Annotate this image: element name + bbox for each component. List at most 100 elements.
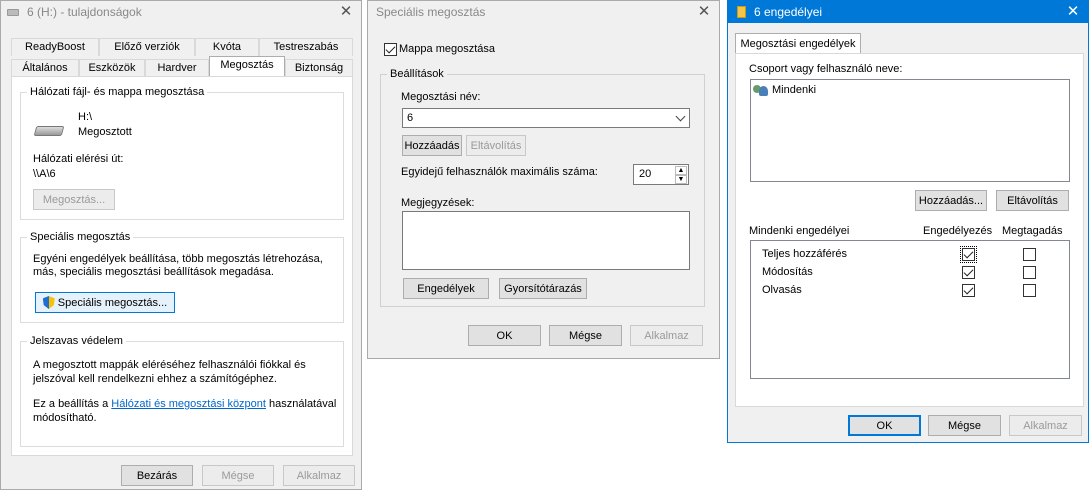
remove-share-button[interactable]: Eltávolítás (466, 135, 526, 156)
add-share-button[interactable]: Hozzáadás (402, 135, 462, 156)
chevron-down-icon (675, 111, 686, 122)
password-group-title: Jelszavas védelem (27, 335, 126, 347)
users-icon (753, 83, 769, 97)
password-description-1: A megosztott mappák eléréséhez felhaszná… (33, 359, 306, 371)
max-users-label: Egyidejű felhasználók maximális száma: (401, 166, 598, 178)
network-path-value: \\A\6 (33, 168, 56, 180)
tab-row-bottom: Általános Eszközök Hardver Megosztás Biz… (11, 56, 353, 77)
full-control-allow-checkbox[interactable] (960, 246, 977, 263)
permission-read: Olvasás (762, 284, 802, 296)
spin-up-icon[interactable]: ▲ (675, 166, 687, 175)
password-description-3: Ez a beállítás a Hálózati és megosztási … (33, 398, 336, 410)
full-control-deny-checkbox[interactable] (1023, 248, 1036, 261)
allow-column-header: Engedélyezés (923, 225, 993, 237)
advanced-description-2: más, speciális megosztási beállítások me… (33, 266, 274, 278)
close-button[interactable]: Bezárás (121, 465, 193, 486)
deny-column-header: Megtagadás (1002, 225, 1063, 237)
properties-titlebar: 6 (H:) - tulajdonságok (1, 1, 361, 23)
tab-customize[interactable]: Testreszabás (259, 38, 353, 56)
settings-group-title: Beállítások (387, 68, 447, 80)
network-path-label: Hálózati elérési út: (33, 153, 124, 165)
advanced-sharing-window: Speciális megosztás ✕ Mappa megosztása B… (367, 0, 720, 359)
max-users-value: 20 (639, 168, 652, 180)
window-title: 6 (H:) - tulajdonságok (27, 5, 142, 19)
ok-button[interactable]: OK (848, 415, 921, 436)
permission-full-control: Teljes hozzáférés (762, 248, 847, 260)
password-description-3-pre: Ez a beállítás a (33, 398, 112, 410)
share-name-dropdown[interactable]: 6 (402, 108, 690, 128)
share-folder-label: Mappa megosztása (399, 43, 495, 55)
list-item[interactable]: Mindenki (753, 82, 816, 98)
settings-group: Beállítások Megosztási név: 6 Hozzáadás … (380, 68, 705, 307)
cancel-button[interactable]: Mégse (202, 465, 274, 486)
tab-quota[interactable]: Kvóta (195, 38, 259, 56)
tab-tools[interactable]: Eszközök (79, 59, 145, 77)
folder-icon (737, 6, 746, 18)
group-user-label: Csoport vagy felhasználó neve: (749, 63, 903, 75)
cancel-button[interactable]: Mégse (928, 415, 1001, 436)
user-list[interactable]: Mindenki (750, 79, 1070, 182)
advanced-share-group-title: Speciális megosztás (27, 231, 134, 243)
tab-row-top: ReadyBoost Előző verziók Kvóta Testresza… (11, 38, 353, 56)
share-folder-checkbox[interactable] (384, 43, 397, 56)
tab-readyboost[interactable]: ReadyBoost (11, 38, 99, 56)
drive-status: Megosztott (78, 126, 132, 138)
permissions-window: 6 engedélyei ✕ Megosztási engedélyek Cso… (727, 0, 1089, 443)
permissions-button[interactable]: Engedélyek (403, 278, 489, 299)
apply-button[interactable]: Alkalmaz (1009, 415, 1082, 436)
advanced-share-group: Speciális megosztás Egyéni engedélyek be… (20, 231, 344, 323)
tab-security[interactable]: Biztonság (285, 59, 353, 77)
advanced-sharing-titlebar: Speciális megosztás (368, 1, 719, 23)
modify-deny-checkbox[interactable] (1023, 266, 1036, 279)
sharing-panel: Hálózati fájl- és mappa megosztása H:\ M… (11, 76, 353, 456)
tab-previous-versions[interactable]: Előző verziók (99, 38, 195, 56)
drive-name: H:\ (78, 111, 93, 123)
tab-general[interactable]: Általános (11, 59, 79, 77)
apply-button[interactable]: Alkalmaz (283, 465, 355, 486)
advanced-share-button-label: Speciális megosztás... (57, 296, 168, 309)
permissions-table: Teljes hozzáférés Módosítás Olvasás (750, 240, 1070, 379)
read-allow-checkbox[interactable] (962, 284, 975, 297)
advanced-share-button[interactable]: Speciális megosztás... (35, 292, 175, 313)
permissions-titlebar: 6 engedélyei (728, 1, 1088, 23)
shield-icon (42, 296, 55, 309)
comments-label: Megjegyzések: (401, 197, 475, 209)
password-description-3-post: használatával (265, 398, 337, 410)
user-name: Mindenki (772, 84, 817, 96)
cancel-button[interactable]: Mégse (549, 325, 622, 346)
password-description-4: módosítható. (33, 412, 97, 424)
close-icon[interactable]: ✕ (695, 3, 713, 21)
share-name-label: Megosztási név: (401, 91, 481, 103)
ok-button[interactable]: OK (468, 325, 541, 346)
drive-icon (7, 8, 19, 16)
network-share-group-title: Hálózati fájl- és mappa megosztása (27, 86, 208, 98)
network-sharing-center-link[interactable]: Hálózati és megosztási központ (111, 398, 266, 410)
share-name-value: 6 (407, 112, 414, 124)
tab-hardware[interactable]: Hardver (145, 59, 209, 77)
spin-down-icon[interactable]: ▼ (675, 175, 687, 184)
comments-textarea[interactable] (402, 211, 690, 270)
permissions-header: Mindenki engedélyei (749, 225, 850, 237)
password-description-2: jelszóval kell rendelkezni ehhez a számí… (33, 373, 277, 385)
properties-window: 6 (H:) - tulajdonságok ✕ ReadyBoost Előz… (0, 0, 362, 490)
password-protection-group: Jelszavas védelem A megosztott mappák el… (20, 335, 344, 447)
read-deny-checkbox[interactable] (1023, 284, 1036, 297)
caching-button[interactable]: Gyorsítótárazás (499, 278, 587, 299)
max-users-stepper[interactable]: 20 ▲ ▼ (633, 164, 689, 185)
tab-sharing[interactable]: Megosztás (209, 56, 285, 77)
apply-button[interactable]: Alkalmaz (630, 325, 703, 346)
add-user-button[interactable]: Hozzáadás... (915, 190, 987, 211)
tab-share-permissions[interactable]: Megosztási engedélyek (735, 33, 861, 54)
advanced-description-1: Egyéni engedélyek beállítása, több megos… (33, 253, 323, 265)
modify-allow-checkbox[interactable] (962, 266, 975, 279)
remove-user-button[interactable]: Eltávolítás (996, 190, 1069, 211)
window-title: Speciális megosztás (376, 5, 486, 19)
window-title: 6 engedélyei (754, 5, 823, 19)
permission-modify: Módosítás (762, 266, 813, 278)
network-share-group: Hálózati fájl- és mappa megosztása H:\ M… (20, 86, 344, 220)
close-icon[interactable]: ✕ (337, 3, 355, 21)
share-permissions-panel: Csoport vagy felhasználó neve: Mindenki … (735, 53, 1084, 407)
drive-icon (33, 126, 65, 136)
close-icon[interactable]: ✕ (1064, 3, 1082, 21)
share-button[interactable]: Megosztás... (33, 189, 115, 210)
